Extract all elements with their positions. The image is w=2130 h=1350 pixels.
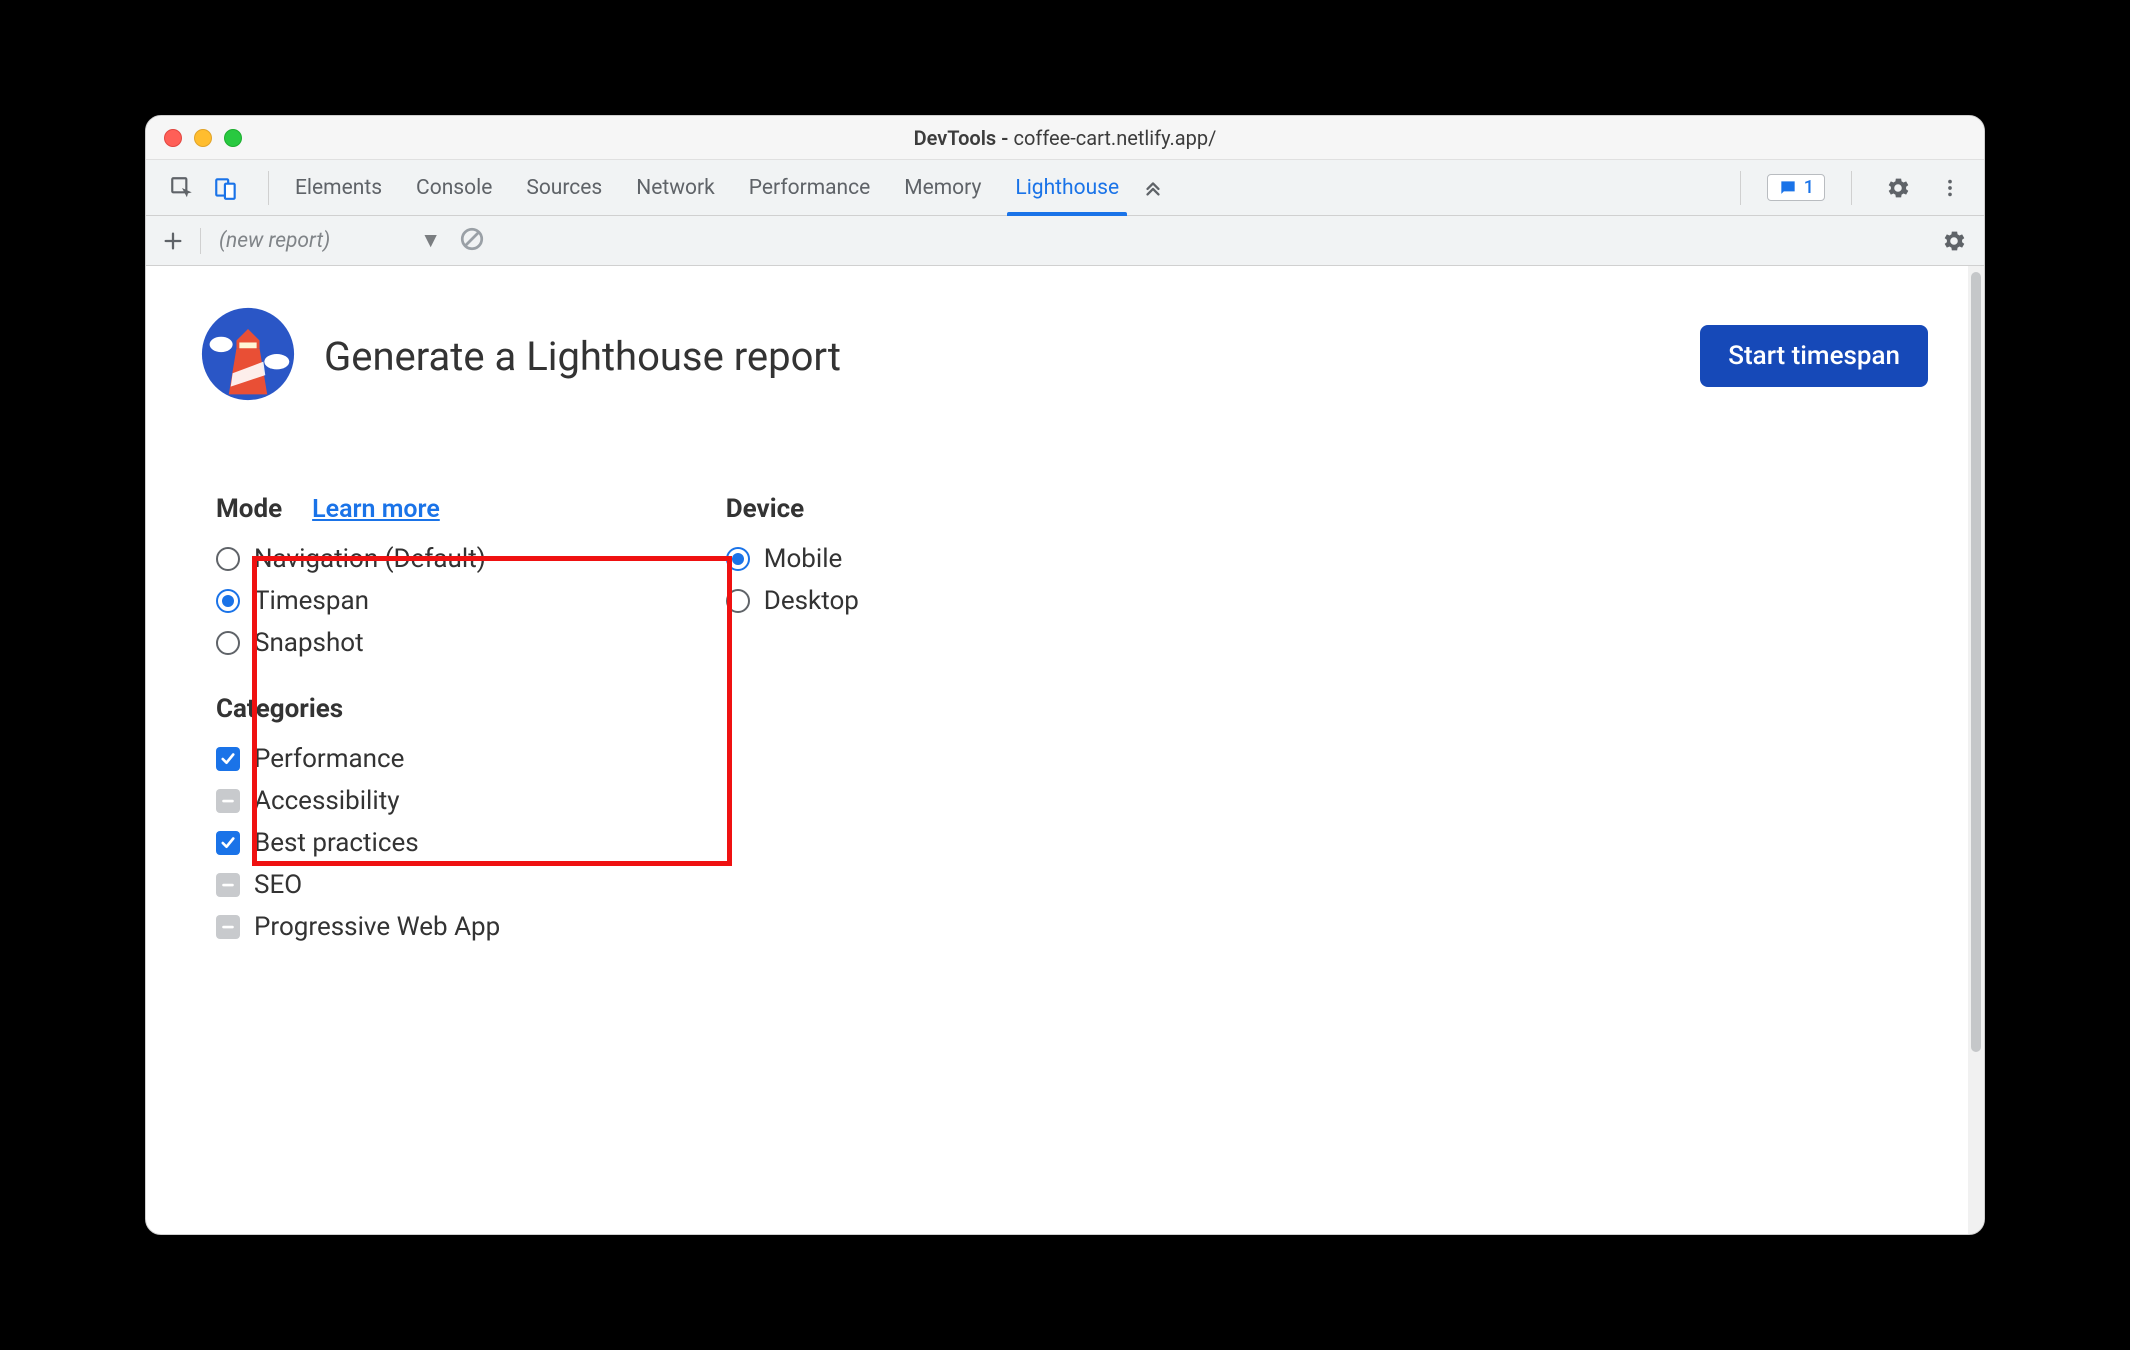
report-selector-label: (new report) (219, 229, 330, 253)
separator (268, 171, 269, 205)
device-option-desktop[interactable]: Desktop (726, 580, 859, 622)
more-tabs-icon[interactable] (1133, 168, 1173, 208)
mode-option-navigation-default-[interactable]: Navigation (Default) (216, 538, 486, 580)
option-label: Best practices (254, 828, 419, 858)
option-label: Mobile (764, 544, 843, 574)
tab-performance[interactable]: Performance (745, 160, 874, 215)
device-label: Device (726, 494, 804, 524)
option-label: Desktop (764, 586, 859, 616)
radio-icon (216, 589, 240, 613)
mode-group: Mode Learn more Navigation (Default) Time… (216, 494, 486, 664)
checkbox-checked-icon (216, 747, 240, 771)
device-option-mobile[interactable]: Mobile (726, 538, 859, 580)
lighthouse-panel: Generate a Lighthouse report Start times… (146, 266, 1968, 1234)
categories-label: Categories (216, 694, 1928, 724)
category-seo[interactable]: SEO (216, 864, 1928, 906)
lighthouse-toolbar: (new report) ▼ (146, 216, 1984, 266)
lighthouse-logo-icon (200, 306, 296, 406)
more-menu-icon[interactable] (1930, 168, 1970, 208)
mode-option-snapshot[interactable]: Snapshot (216, 622, 486, 664)
settings-gear-icon[interactable] (1878, 168, 1918, 208)
option-label: Navigation (Default) (254, 544, 486, 574)
tab-console[interactable]: Console (412, 160, 496, 215)
tab-sources[interactable]: Sources (522, 160, 606, 215)
radio-icon (216, 547, 240, 571)
option-label: Timespan (254, 586, 369, 616)
tab-network[interactable]: Network (632, 160, 719, 215)
tab-elements[interactable]: Elements (291, 160, 386, 215)
separator (1740, 171, 1741, 205)
device-group: Device Mobile Desktop (726, 494, 859, 664)
window-title: DevTools - coffee-cart.netlify.app/ (146, 126, 1984, 150)
radio-icon (726, 589, 750, 613)
checkbox-indeterminate-icon (216, 915, 240, 939)
separator (1851, 171, 1852, 205)
learn-more-link[interactable]: Learn more (312, 495, 440, 524)
window-title-url: coffee-cart.netlify.app/ (1013, 126, 1216, 150)
category-performance[interactable]: Performance (216, 738, 1928, 780)
clear-icon[interactable] (459, 226, 485, 256)
radio-icon (726, 547, 750, 571)
category-progressive-web-app[interactable]: Progressive Web App (216, 906, 1928, 948)
report-selector[interactable]: (new report) ▼ (219, 229, 441, 253)
page-title: Generate a Lighthouse report (324, 333, 841, 380)
option-label: Accessibility (254, 786, 400, 816)
category-accessibility[interactable]: Accessibility (216, 780, 1928, 822)
option-label: Progressive Web App (254, 912, 500, 942)
option-label: Performance (254, 744, 404, 774)
panel-settings-gear-icon[interactable] (1934, 221, 1974, 261)
devtools-window: DevTools - coffee-cart.netlify.app/ (145, 115, 1985, 1235)
devtools-tabs-row: Elements Console Sources Network Performance… (146, 160, 1984, 216)
category-best-practices[interactable]: Best practices (216, 822, 1928, 864)
titlebar: DevTools - coffee-cart.netlify.app/ (146, 116, 1984, 160)
window-title-prefix: DevTools - (914, 126, 1014, 150)
scrollbar[interactable] (1968, 266, 1984, 1234)
mode-option-timespan[interactable]: Timespan (216, 580, 486, 622)
mode-label: Mode (216, 494, 282, 524)
option-label: SEO (254, 870, 302, 900)
radio-icon (216, 631, 240, 655)
checkbox-indeterminate-icon (216, 873, 240, 897)
separator (200, 228, 201, 254)
issues-count: 1 (1804, 177, 1814, 198)
scrollbar-thumb[interactable] (1971, 272, 1981, 1052)
start-timespan-button[interactable]: Start timespan (1700, 325, 1928, 387)
option-label: Snapshot (254, 628, 364, 658)
tab-lighthouse[interactable]: Lighthouse (1011, 160, 1123, 215)
tab-memory[interactable]: Memory (900, 160, 985, 215)
checkbox-checked-icon (216, 831, 240, 855)
inspect-element-icon[interactable] (162, 168, 202, 208)
new-report-button[interactable] (156, 224, 190, 258)
device-toolbar-icon[interactable] (206, 168, 246, 208)
dropdown-caret-icon: ▼ (420, 229, 441, 253)
checkbox-indeterminate-icon (216, 789, 240, 813)
issues-badge[interactable]: 1 (1767, 174, 1825, 201)
